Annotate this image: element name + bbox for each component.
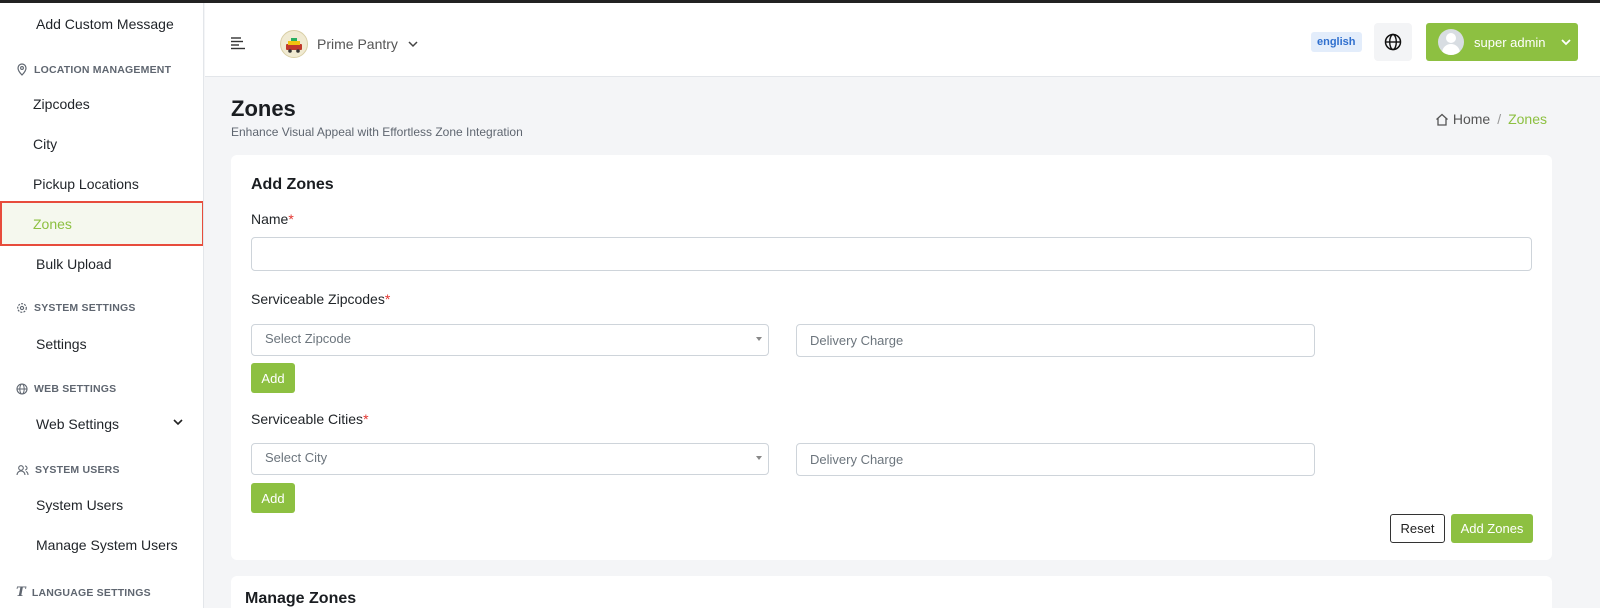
location-pin-icon	[17, 63, 27, 76]
card-title: Add Zones	[251, 176, 334, 193]
store-selector[interactable]: Prime Pantry	[280, 29, 419, 59]
main-content: Zones Enhance Visual Appeal with Effortl…	[205, 78, 1600, 608]
sidebar: Add Custom Message LOCATION MANAGEMENT Z…	[0, 3, 204, 608]
user-name: super admin	[1474, 34, 1546, 50]
sidebar-heading-language-settings: T LANGUAGE SETTINGS	[16, 585, 151, 600]
breadcrumb: Home / Zones	[1435, 111, 1547, 127]
add-city-button[interactable]: Add	[251, 483, 295, 513]
sidebar-item-manage-system-users[interactable]: Manage System Users	[0, 525, 203, 565]
page-title: Zones	[231, 96, 296, 121]
sidebar-heading-web-settings: WEB SETTINGS	[16, 383, 116, 395]
breadcrumb-home[interactable]: Home	[1453, 111, 1490, 127]
add-zones-card: Add Zones Name* Serviceable Zipcodes* Se…	[231, 155, 1552, 560]
add-zipcode-button[interactable]: Add	[251, 363, 295, 393]
globe-icon	[1384, 33, 1402, 51]
sidebar-item-add-custom-message[interactable]: Add Custom Message	[0, 4, 203, 44]
sidebar-item-system-users[interactable]: System Users	[0, 485, 203, 525]
sidebar-item-bulk-upload[interactable]: Bulk Upload	[0, 244, 203, 284]
store-name: Prime Pantry	[317, 36, 398, 52]
page-subtitle: Enhance Visual Appeal with Effortless Zo…	[231, 125, 523, 139]
city-select[interactable]: Select City	[251, 443, 769, 475]
sidebar-item-zones[interactable]: Zones	[0, 201, 203, 246]
add-zones-submit-button[interactable]: Add Zones	[1451, 514, 1533, 543]
zipcodes-label: Serviceable Zipcodes*	[251, 291, 391, 307]
sidebar-heading-system-settings: SYSTEM SETTINGS	[16, 302, 136, 314]
city-delivery-charge-input[interactable]: Delivery Charge	[796, 443, 1315, 476]
name-input[interactable]	[251, 237, 1532, 271]
text-format-icon: T	[16, 585, 26, 600]
language-switch-button[interactable]	[1374, 23, 1412, 61]
chevron-down-icon	[1560, 39, 1571, 46]
globe-icon	[16, 383, 28, 395]
manage-card-title: Manage Zones	[245, 590, 357, 607]
home-icon	[1435, 113, 1448, 126]
dropdown-caret-icon	[756, 337, 762, 341]
gear-icon	[17, 303, 27, 313]
sidebar-heading-location: LOCATION MANAGEMENT	[16, 63, 171, 76]
sidebar-item-pickup-locations[interactable]: Pickup Locations	[0, 164, 203, 204]
user-menu-button[interactable]: super admin	[1426, 23, 1578, 61]
chevron-down-icon	[408, 41, 418, 48]
top-header: Prime Pantry english super admin	[205, 3, 1600, 77]
name-label: Name*	[251, 211, 294, 227]
language-badge[interactable]: english	[1311, 32, 1362, 52]
menu-toggle-button[interactable]	[230, 36, 246, 50]
sidebar-item-zipcodes[interactable]: Zipcodes	[0, 84, 203, 124]
users-icon	[16, 465, 29, 476]
store-logo	[280, 30, 308, 58]
menu-icon	[231, 37, 245, 50]
sidebar-item-city[interactable]: City	[0, 124, 203, 164]
breadcrumb-separator: /	[1497, 111, 1502, 127]
sidebar-item-settings[interactable]: Settings	[0, 324, 203, 364]
cities-label: Serviceable Cities*	[251, 411, 369, 427]
dropdown-caret-icon	[756, 456, 762, 460]
zipcode-select[interactable]: Select Zipcode	[251, 324, 769, 356]
manage-zones-card: Manage Zones	[231, 576, 1552, 608]
breadcrumb-current: Zones	[1508, 111, 1547, 127]
avatar	[1438, 29, 1464, 55]
sidebar-item-web-settings[interactable]: Web Settings	[0, 404, 203, 444]
zipcode-delivery-charge-input[interactable]: Delivery Charge	[796, 324, 1315, 357]
reset-button[interactable]: Reset	[1390, 514, 1445, 543]
sidebar-heading-system-users: SYSTEM USERS	[16, 464, 120, 476]
chevron-down-icon	[173, 419, 183, 426]
